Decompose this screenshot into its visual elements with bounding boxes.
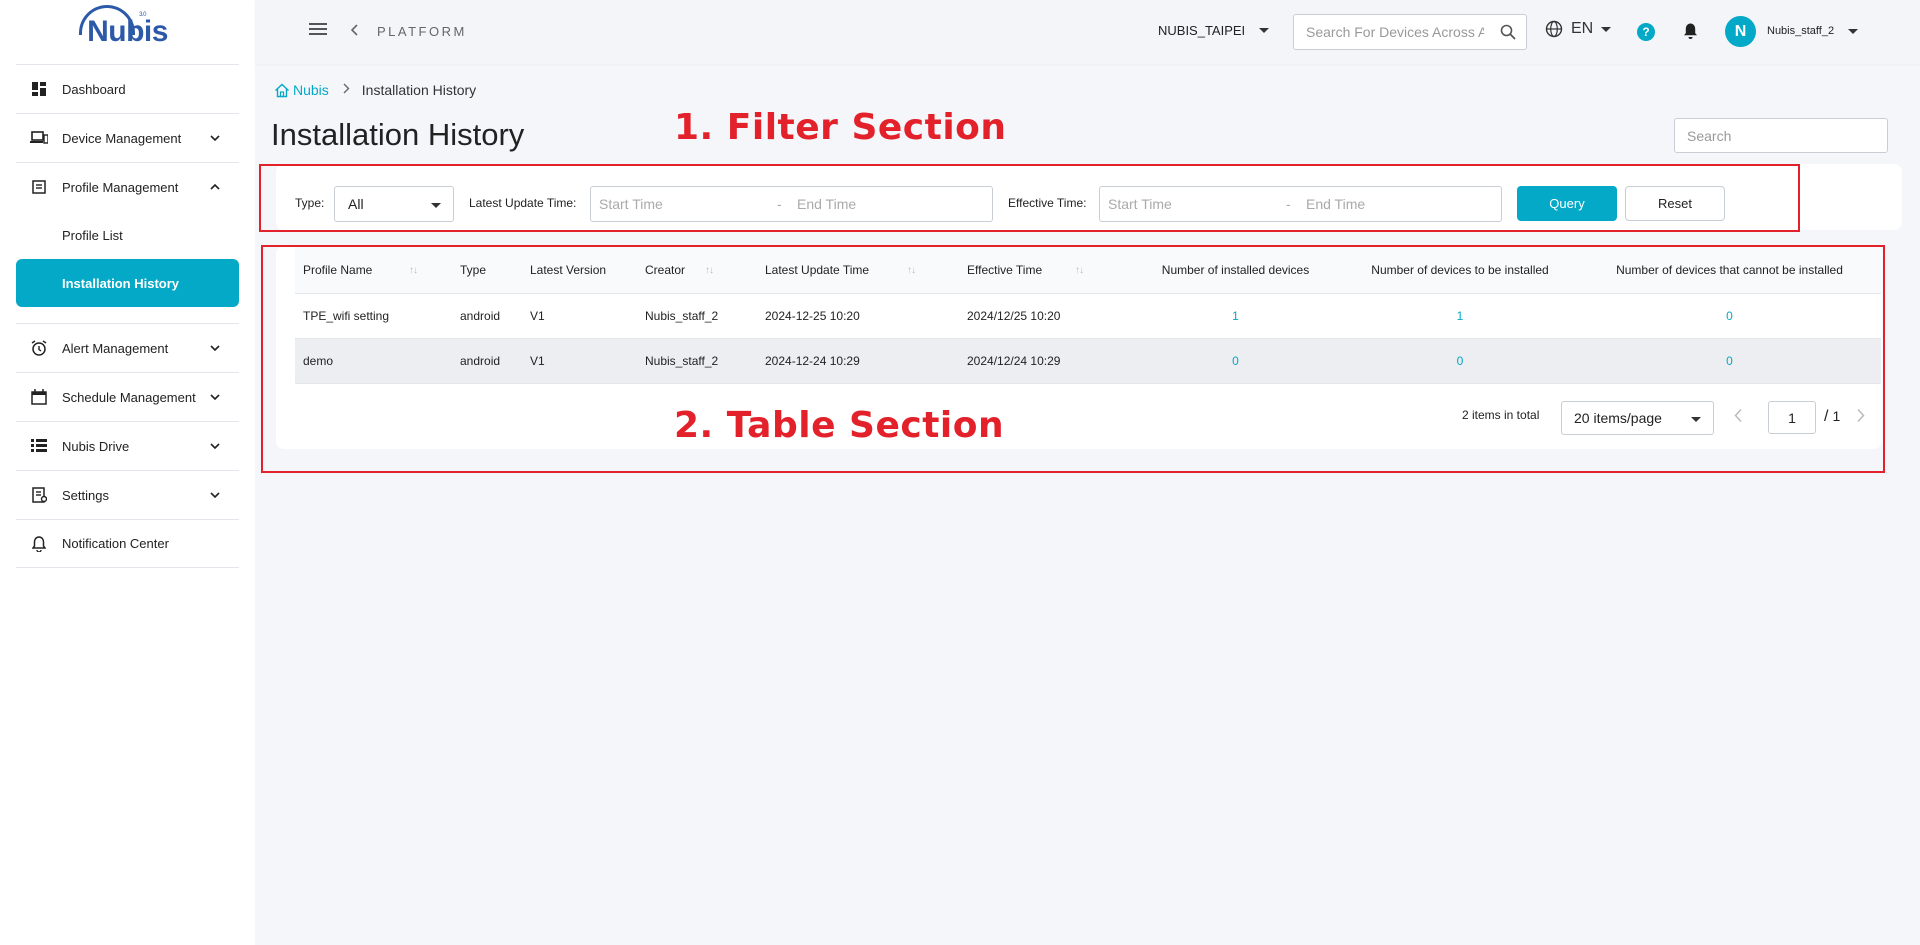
sidebar-item-label: Profile Management (62, 179, 179, 195)
chevron-down-icon (207, 389, 223, 405)
drive-icon (30, 437, 48, 455)
page-title: Installation History (271, 117, 525, 152)
platform-link[interactable]: PLATFORM (377, 24, 467, 39)
topbar: PLATFORM NUBIS_TAIPEI EN ? N Nubis_staff… (255, 0, 1920, 64)
sidebar-item-dashboard[interactable]: Dashboard (16, 64, 239, 113)
globe-icon (1545, 20, 1563, 38)
sidebar-item-label: Nubis Drive (62, 438, 130, 454)
sidebar: 3.0 Nubis Dashboard Device Management Pr… (0, 0, 255, 945)
sidebar-item-alert-management[interactable]: Alert Management (16, 323, 239, 372)
search-icon[interactable] (1500, 24, 1516, 43)
filter-section-annotation: 1. Filter Section (674, 107, 1007, 148)
sidebar-item-device-management[interactable]: Device Management (16, 113, 239, 162)
page-search-input[interactable] (1674, 118, 1888, 153)
org-selector[interactable]: NUBIS_TAIPEI (1158, 23, 1270, 38)
org-name: NUBIS_TAIPEI (1158, 23, 1246, 38)
sidebar-item-notification-center[interactable]: Notification Center (16, 519, 239, 568)
help-icon[interactable]: ? (1637, 23, 1655, 41)
sidebar-subitem-installation-history[interactable]: Installation History (16, 259, 239, 307)
avatar[interactable]: N (1725, 16, 1756, 47)
sidebar-item-label: Notification Center (62, 536, 169, 551)
filter-section-outline (259, 164, 1800, 232)
table-section-outline (261, 245, 1885, 473)
chevron-down-icon (207, 438, 223, 454)
profile-icon (30, 178, 48, 196)
caret-down-icon (1601, 26, 1612, 32)
breadcrumb-home[interactable]: Nubis (274, 82, 329, 98)
sidebar-item-label: Settings (62, 487, 109, 503)
chevron-up-icon (207, 179, 223, 195)
breadcrumb-current: Installation History (361, 82, 477, 98)
alarm-icon (30, 339, 48, 357)
menu-icon[interactable] (309, 22, 327, 42)
calendar-icon (30, 388, 48, 406)
table-section-annotation: 2. Table Section (674, 405, 1005, 446)
sidebar-subitem-profile-list[interactable]: Profile List (16, 211, 239, 259)
user-menu[interactable]: Nubis_staff_2 (1767, 25, 1859, 37)
sidebar-item-label: Device Management (62, 130, 182, 146)
dashboard-icon (30, 80, 48, 98)
chevron-down-icon (207, 340, 223, 356)
nubis-logo[interactable]: 3.0 Nubis (0, 0, 255, 64)
bell-icon (30, 535, 48, 553)
device-search-input[interactable] (1294, 15, 1484, 49)
notification-bell-icon[interactable] (1683, 22, 1698, 43)
breadcrumb-root-label: Nubis (293, 82, 329, 98)
settings-icon (30, 486, 48, 504)
sidebar-item-schedule-management[interactable]: Schedule Management (16, 372, 239, 421)
sidebar-item-profile-management[interactable]: Profile Management (16, 162, 239, 211)
chevron-down-icon (207, 130, 223, 146)
sidebar-item-label: Dashboard (62, 81, 126, 97)
language-label: EN (1571, 20, 1594, 37)
chevron-down-icon (207, 487, 223, 503)
devices-icon (30, 129, 48, 147)
sidebar-item-settings[interactable]: Settings (16, 470, 239, 519)
caret-down-icon (1259, 28, 1270, 33)
language-selector[interactable]: EN (1545, 20, 1612, 38)
sidebar-item-nubis-drive[interactable]: Nubis Drive (16, 421, 239, 470)
chevron-left-icon[interactable] (350, 23, 359, 40)
sidebar-item-label: Alert Management (62, 340, 169, 356)
sidebar-item-label: Schedule Management (62, 389, 196, 405)
breadcrumb: Nubis Installation History (274, 82, 476, 98)
home-icon (275, 83, 289, 97)
sidebar-nav: Dashboard Device Management Profile Mana… (16, 64, 239, 568)
device-search (1293, 14, 1527, 50)
caret-down-icon (1848, 28, 1859, 34)
username-label: Nubis_staff_2 (1767, 25, 1835, 37)
chevron-right-icon (343, 83, 350, 97)
